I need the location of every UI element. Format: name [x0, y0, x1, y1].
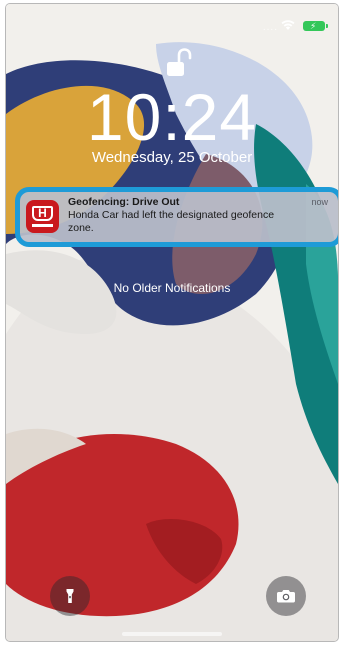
- phone-screen: .... ⚡ 10:24 Wednesday, 25 October H Geo…: [6, 4, 338, 641]
- lock-screen-time: 10:24: [86, 80, 258, 154]
- flashlight-button[interactable]: [50, 576, 90, 616]
- signal-indicator: ....: [262, 22, 278, 33]
- home-indicator[interactable]: [122, 632, 222, 636]
- wifi-icon: [281, 20, 295, 30]
- honda-logo-icon: H: [26, 200, 59, 233]
- notification-card[interactable]: H Geofencing: Drive Out now Honda Car ha…: [15, 187, 338, 247]
- camera-icon: [277, 590, 295, 603]
- charging-bolt-icon: ⚡: [310, 21, 317, 31]
- honda-wordmark-bar: [32, 224, 53, 227]
- notification-body: Honda Car had left the designated geofen…: [68, 209, 275, 234]
- unlocked-padlock-icon: [167, 48, 192, 76]
- honda-h-emblem: H: [32, 206, 53, 221]
- flashlight-icon: [66, 589, 74, 603]
- camera-button[interactable]: [266, 576, 306, 616]
- battery-charging-icon: ⚡: [303, 21, 328, 31]
- lock-screen-date: Wednesday, 25 October: [91, 149, 253, 166]
- status-bar: .... ⚡: [6, 4, 338, 44]
- notification-title: Geofencing: Drive Out: [68, 196, 180, 208]
- notification-time: now: [311, 197, 328, 207]
- no-older-notifications-label: No Older Notifications: [113, 281, 231, 295]
